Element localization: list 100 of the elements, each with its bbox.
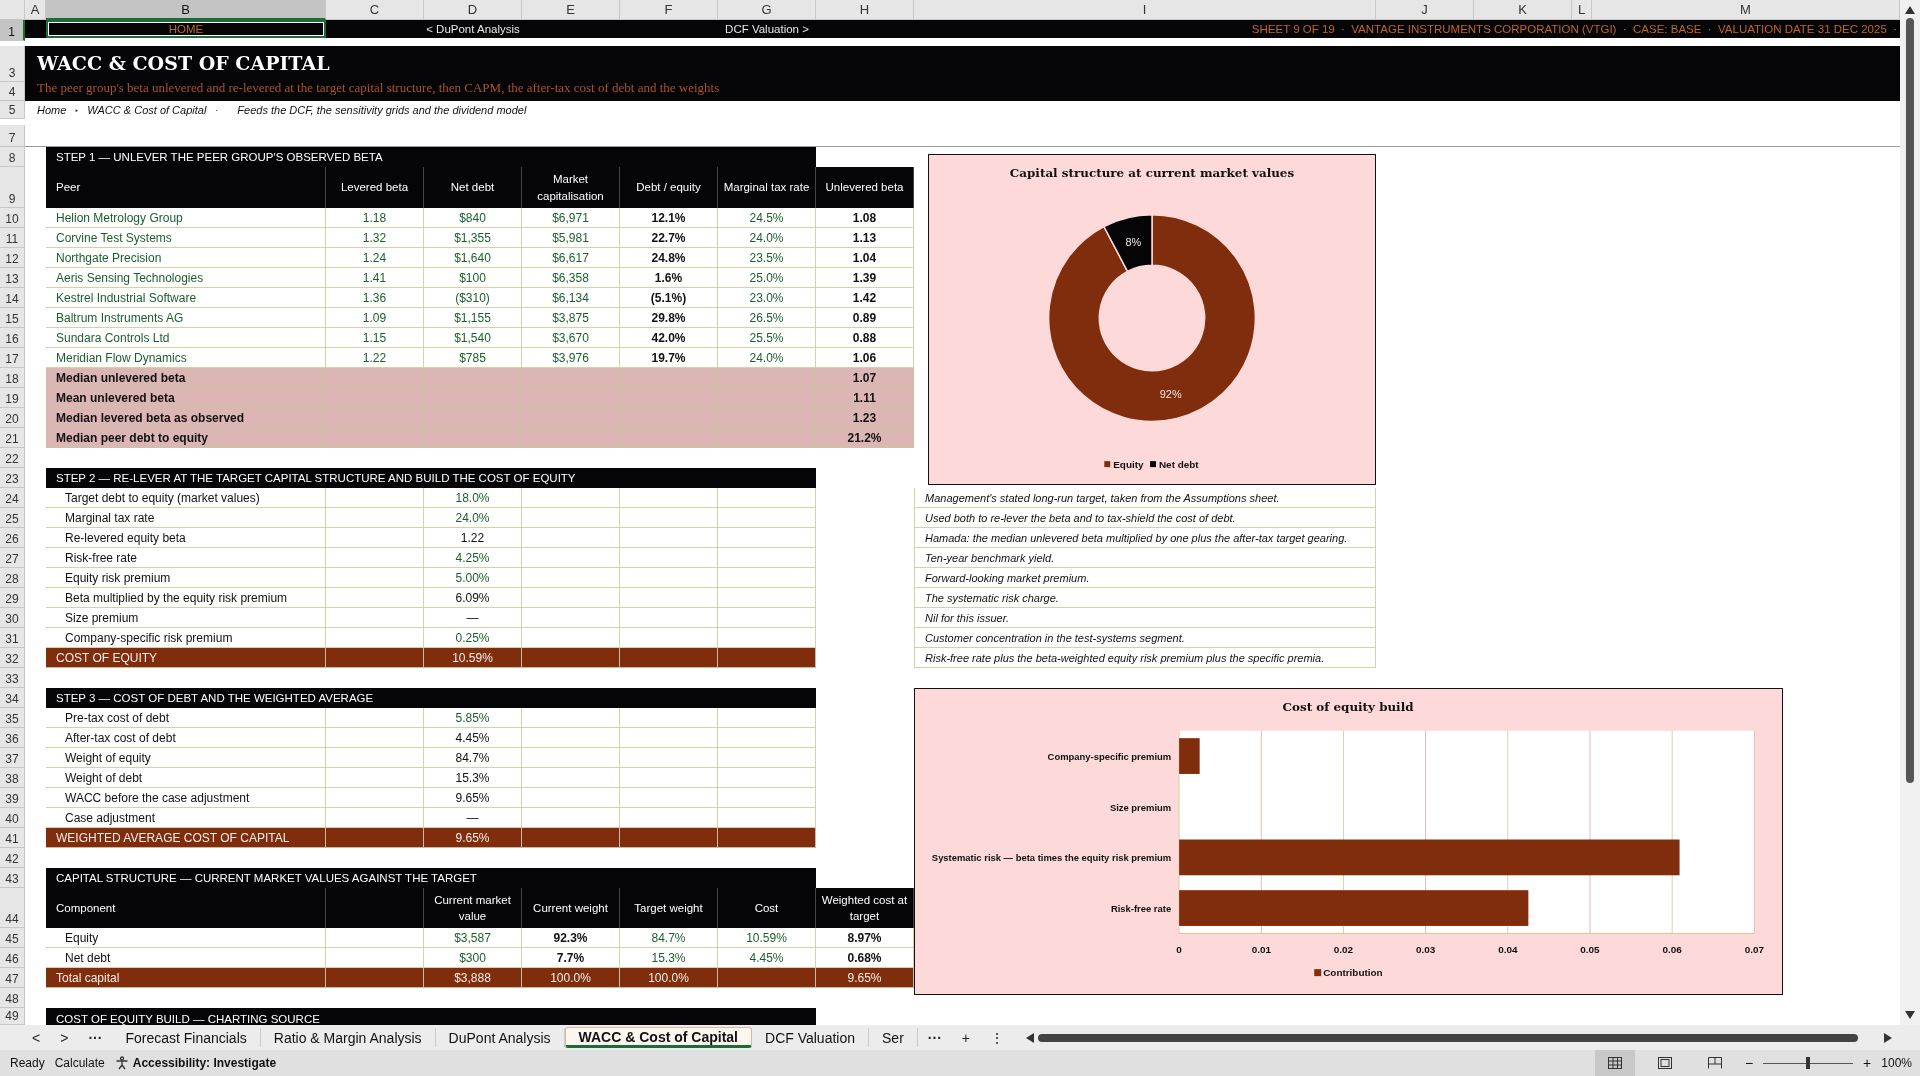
previous-sheet-link[interactable]: < DuPont Analysis [426,23,520,35]
row-header[interactable]: 27 [0,548,25,568]
row-header[interactable]: 46 [0,948,25,968]
row-header[interactable]: 13 [0,268,25,288]
row-header[interactable]: 22 [0,448,25,468]
row-header[interactable]: 30 [0,608,25,628]
next-sheet-button[interactable]: > [50,1029,79,1046]
column-header[interactable]: J [1376,0,1474,20]
column-header[interactable]: C [326,0,424,20]
scroll-right-icon[interactable] [1884,1032,1892,1043]
column-header[interactable]: F [620,0,718,20]
row-header[interactable]: 44 [0,888,25,928]
row-header[interactable]: 17 [0,348,25,368]
row-header[interactable]: 12 [0,248,25,268]
column-header[interactable]: G [718,0,816,20]
column-header[interactable]: I [914,0,1376,20]
row-header[interactable]: 10 [0,208,25,228]
donut-chart[interactable]: Capital structure at current market values 92% 8% Equity Net debt [928,154,1376,485]
row-header[interactable]: 39 [0,788,25,808]
scroll-up-icon[interactable] [1905,6,1915,14]
column-header[interactable]: D [424,0,522,20]
column-header[interactable]: K [1474,0,1572,20]
column-header[interactable]: L [1572,0,1592,20]
row-header[interactable]: 19 [0,388,25,408]
column-header[interactable]: A [25,0,46,20]
scrollbar-thumb[interactable] [1038,1033,1858,1042]
sheet-tab[interactable]: Ratio & Margin Analysis [260,1028,436,1047]
more-sheets-button[interactable]: ··· [78,1029,113,1046]
row-header[interactable]: 20 [0,408,25,428]
table-cell: 10.59% [718,928,816,948]
calculate-button[interactable]: Calculate [54,1056,105,1070]
scroll-down-icon[interactable] [1905,1011,1915,1019]
donut-slice[interactable] [1048,213,1257,422]
row-header[interactable]: 7 [0,125,25,147]
bar-chart[interactable]: Cost of equity build Company-specific premium Size premium Systematic risk — beta times the equity risk premium Risk-free rate 0 0.01 0.02 0.03 0.04 0.05 0.06 0.07 Contribution [914,688,1783,995]
zoom-in-button[interactable]: + [1863,1055,1872,1071]
add-sheet-button[interactable]: + [951,1029,980,1046]
row-header[interactable]: 42 [0,848,25,868]
column-header[interactable]: H [816,0,914,20]
row-header[interactable]: 26 [0,528,25,548]
row-header[interactable]: 8 [0,147,25,167]
row-header[interactable]: 34 [0,688,25,708]
row-header[interactable]: 29 [0,588,25,608]
sheet-tab[interactable]: Forecast Financials [112,1028,261,1047]
row-header[interactable]: 38 [0,768,25,788]
row-header[interactable]: 21 [0,428,25,448]
sheet-tab[interactable]: WACC & Cost of Capital [564,1027,752,1048]
accessibility-icon[interactable] [114,1056,129,1070]
options-button[interactable]: ⋮ [980,1029,1014,1046]
row-header[interactable]: 33 [0,668,25,688]
row-header[interactable]: 32 [0,648,25,668]
row-header[interactable]: 49 [0,1008,25,1025]
row-header[interactable]: 24 [0,488,25,508]
row-header[interactable]: 25 [0,508,25,528]
row-header[interactable]: 40 [0,808,25,828]
row-header[interactable]: 47 [0,968,25,988]
next-sheet-link[interactable]: DCF Valuation > [725,23,809,35]
row-header[interactable]: 43 [0,868,25,888]
row-header[interactable]: 35 [0,708,25,728]
row-header[interactable]: 1 [0,20,25,41]
normal-view-button[interactable] [1594,1050,1635,1076]
zoom-level[interactable]: 100% [1881,1056,1920,1070]
row-header[interactable]: 48 [0,988,25,1008]
zoom-out-button[interactable]: − [1744,1055,1754,1071]
horizontal-scrollbar[interactable] [1026,1032,1892,1043]
row-header[interactable]: 31 [0,628,25,648]
row-header[interactable]: 23 [0,468,25,488]
column-header[interactable]: B [46,0,326,20]
row-header[interactable]: 9 [0,167,25,208]
previous-sheet-button[interactable]: < [22,1029,51,1046]
accessibility-status[interactable]: Accessibility: Investigate [132,1056,277,1070]
breadcrumb-link[interactable]: WACC & Cost of Capital [87,104,207,116]
scrollbar-thumb[interactable] [1906,18,1914,783]
row-header[interactable]: 16 [0,328,25,348]
column-header[interactable]: M [1592,0,1900,20]
row-header[interactable]: 4 [0,82,25,101]
home-link[interactable]: HOME [46,20,326,38]
row-header[interactable]: 37 [0,748,25,768]
row-header[interactable]: 41 [0,828,25,848]
row-header[interactable]: 28 [0,568,25,588]
row-header[interactable]: 15 [0,308,25,328]
more-sheets-button[interactable]: ··· [917,1029,952,1046]
row-header[interactable]: 5 [0,101,25,119]
table-cell: Helion Metrology Group [46,208,326,228]
sheet-tab[interactable]: Ser [869,1028,918,1047]
bar[interactable] [1179,839,1680,876]
scroll-left-icon[interactable] [1026,1032,1034,1043]
row-header[interactable]: 36 [0,728,25,748]
row-header[interactable]: 11 [0,228,25,248]
sheet-tab[interactable]: DCF Valuation [752,1028,870,1047]
row-header[interactable]: 3 [0,46,25,82]
row-header[interactable]: 14 [0,288,25,308]
column-header[interactable]: E [522,0,620,20]
donut-slice[interactable] [1103,213,1153,273]
vertical-scrollbar[interactable] [1900,0,1920,1025]
row-header[interactable]: 45 [0,928,25,948]
row-header[interactable]: 18 [0,368,25,388]
slider-thumb[interactable] [1806,1057,1811,1069]
sheet-tab[interactable]: DuPont Analysis [435,1028,565,1047]
breadcrumb-link[interactable]: Home [37,104,67,116]
